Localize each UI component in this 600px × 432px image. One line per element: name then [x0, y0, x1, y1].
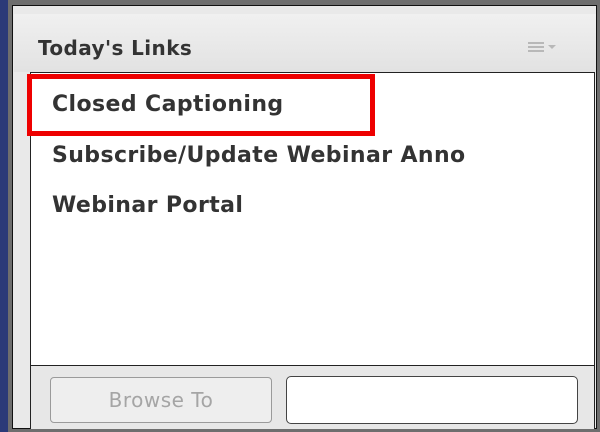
link-webinar-portal[interactable]: Webinar Portal — [52, 193, 243, 218]
highlight-box — [27, 74, 375, 136]
pod-title: Today's Links — [38, 36, 193, 60]
url-input[interactable] — [286, 376, 578, 424]
menu-dropdown-icon[interactable] — [528, 40, 560, 54]
browse-to-button[interactable]: Browse To — [50, 377, 272, 423]
link-subscribe-update-webinar[interactable]: Subscribe/Update Webinar Anno — [52, 143, 466, 168]
